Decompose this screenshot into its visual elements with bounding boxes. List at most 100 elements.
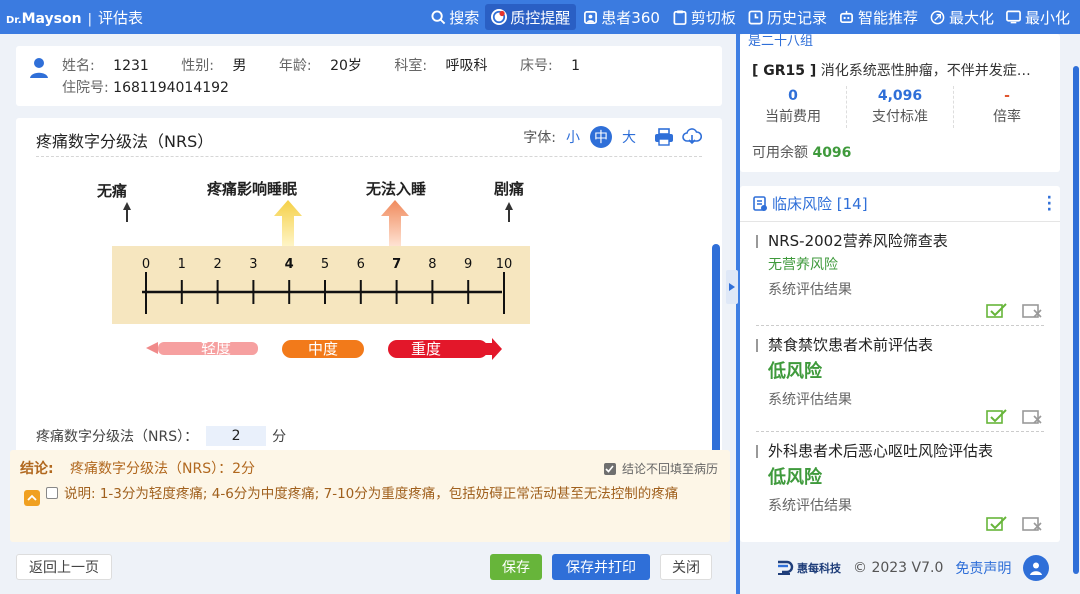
stat-current-cost-value: 0 [788, 88, 798, 104]
clinical-risk-card: 临床风险 [14] · · · NRS-2002营养风险筛查表 无营养风险 系统评估… [740, 186, 1060, 542]
arrow-yellow-icon [274, 200, 302, 248]
menu-history-label: 历史记录 [766, 8, 827, 27]
menu-quality-alert[interactable]: 质控提醒 [485, 4, 577, 30]
drg-card: 是二十八组 [ GR15 ] 消化系统恶性肿瘤，不伴并发症… 0 当前费用 4,… [740, 34, 1060, 172]
menu-minimize-label: 最小化 [1024, 8, 1070, 27]
menu-smart-recommend-label: 智能推荐 [857, 8, 918, 27]
font-small-button[interactable]: 小 [562, 126, 584, 148]
cloud-download-icon[interactable] [682, 127, 702, 147]
arrow-severe-icon [505, 202, 513, 222]
clinical-risk-header: 临床风险 [14] · · · [740, 186, 1060, 222]
no-backfill-checkbox[interactable] [603, 462, 616, 475]
menu-patient360-label: 患者360 [601, 8, 660, 27]
patient-bed-key: 床号: [519, 58, 553, 74]
risk-item-level: 低风险 [768, 361, 822, 382]
no-backfill-option[interactable]: 结论不回填至病历 [603, 460, 718, 477]
risk-item-result: 系统评估结果 [768, 282, 852, 298]
menu-maximize-label: 最大化 [948, 8, 994, 27]
scale-number-1: 1 [178, 257, 186, 272]
font-size-control: 字体: 小 中 大 [523, 126, 702, 148]
score-input[interactable] [206, 426, 267, 446]
patient-name: 1231 [113, 58, 149, 74]
band-mild: 轻度 [146, 339, 258, 357]
dismiss-x-icon[interactable] [1022, 514, 1044, 532]
scale-number-10: 10 [496, 257, 513, 272]
scale-number-4: 4 [285, 257, 294, 272]
dismiss-x-icon[interactable] [1022, 407, 1044, 425]
band-moderate-label: 中度 [308, 340, 338, 358]
risk-item-fasting[interactable]: 禁食禁饮患者术前评估表 低风险 系统评估结果 [756, 334, 1044, 432]
brand-separator: | [87, 11, 92, 27]
scale-number-9: 9 [464, 257, 472, 272]
drg-card-title: 是二十八组 [748, 34, 814, 49]
confirm-check-icon[interactable] [986, 514, 1008, 532]
back-button[interactable]: 返回上一页 [16, 554, 112, 580]
description-checkbox[interactable] [46, 487, 58, 499]
right-sidebar: 是二十八组 [ GR15 ] 消化系统恶性肿瘤，不伴并发症… 0 当前费用 4,… [740, 34, 1080, 594]
sidebar-scrollbar[interactable] [1073, 66, 1079, 574]
no-backfill-label: 结论不回填至病历 [621, 462, 718, 476]
patient-sex: 男 [232, 58, 247, 74]
font-medium-button[interactable]: 中 [590, 126, 612, 148]
available-balance: 可用余额 4096 [752, 142, 851, 162]
font-label: 字体: [523, 130, 556, 146]
confirm-check-icon[interactable] [986, 301, 1008, 319]
arrow-orange-icon [381, 200, 409, 248]
patient-name-key: 姓名: [62, 58, 95, 74]
more-options-icon[interactable]: · · · [1047, 191, 1052, 217]
disclaimer-link[interactable]: 免责声明 [955, 558, 1011, 578]
clinical-risk-title: 临床风险 [14] [772, 195, 868, 213]
scale-number-6: 6 [357, 257, 365, 272]
menu-smart-recommend[interactable]: 智能推荐 [833, 4, 924, 30]
font-large-button[interactable]: 大 [618, 126, 640, 148]
robot-icon [839, 9, 855, 25]
band-moderate: 中度 [282, 340, 364, 358]
patient-info-card: 姓名: 1231 性别: 男 年龄: 20岁 科室: 呼吸科 床号: 1 住院号… [16, 46, 722, 106]
minimize-icon [1006, 9, 1022, 25]
form-divider [36, 156, 702, 157]
scale-label-severe: 剧痛 [494, 180, 524, 198]
form-title: 疼痛数字分级法（NRS） [36, 132, 214, 151]
risk-item-ponv[interactable]: 外科患者术后恶心呕吐风险评估表 低风险 系统评估结果 [756, 440, 1044, 538]
menu-minimize[interactable]: 最小化 [1000, 4, 1076, 30]
scale-number-3: 3 [249, 257, 257, 272]
patient-details: 姓名: 1231 性别: 男 年龄: 20岁 科室: 呼吸科 床号: 1 住院号… [62, 55, 608, 99]
save-print-button[interactable]: 保存并打印 [552, 554, 650, 580]
menu-history[interactable]: 历史记录 [742, 4, 833, 30]
band-severe-label: 重度 [411, 340, 441, 358]
stat-payment-standard-value: 4,096 [877, 88, 923, 104]
menu-search[interactable]: 搜索 [424, 4, 485, 30]
risk-item-nrs2002[interactable]: NRS-2002营养风险筛查表 无营养风险 系统评估结果 [756, 230, 1044, 326]
score-row: 疼痛数字分级法（NRS）： 分 [36, 426, 286, 446]
assessment-panel: 姓名: 1231 性别: 男 年龄: 20岁 科室: 呼吸科 床号: 1 住院号… [0, 34, 736, 594]
print-icon[interactable] [654, 127, 674, 147]
risk-item-name: NRS-2002营养风险筛查表 [756, 230, 1044, 252]
user-avatar[interactable] [1023, 555, 1050, 581]
band-severe: 重度 [388, 338, 502, 360]
score-unit: 分 [272, 429, 287, 445]
collapse-panel-toggle[interactable] [726, 270, 738, 304]
dismiss-x-icon[interactable] [1022, 301, 1044, 319]
maximize-icon [930, 9, 946, 25]
score-label: 疼痛数字分级法（NRS）： [36, 429, 199, 445]
form-scrollbar[interactable] [712, 244, 720, 454]
chevron-up-icon[interactable] [24, 489, 40, 506]
conclusion-text: 疼痛数字分级法（NRS）：2分 [70, 461, 255, 477]
close-button[interactable]: 关闭 [660, 554, 712, 580]
save-button[interactable]: 保存 [490, 554, 542, 580]
caret-right-icon [729, 283, 735, 291]
patient-age: 20岁 [330, 58, 362, 74]
drg-stats: 0 当前费用 4,096 支付标准 - 倍率 [740, 86, 1060, 128]
drg-code: [ GR15 ] [752, 63, 817, 79]
menu-clipboard[interactable]: 剪切板 [666, 4, 742, 30]
user-icon [1030, 562, 1043, 575]
menu-patient360[interactable]: 患者360 [576, 4, 666, 30]
app-title: 评估表 [98, 8, 144, 27]
conclusion-desc-text: 说明: 1-3分为轻度疼痛; 4-6分为中度疼痛; 7-10分为重度疼痛，包括妨… [64, 486, 679, 502]
confirm-check-icon[interactable] [986, 407, 1008, 425]
menu-maximize[interactable]: 最大化 [924, 4, 1000, 30]
company-logo: 惠每科技 [776, 560, 841, 576]
stat-payment-standard-label: 支付标准 [872, 109, 928, 125]
drg-group[interactable]: [ GR15 ] 消化系统恶性肿瘤，不伴并发症… [752, 60, 1031, 80]
risk-report-icon [753, 195, 767, 211]
